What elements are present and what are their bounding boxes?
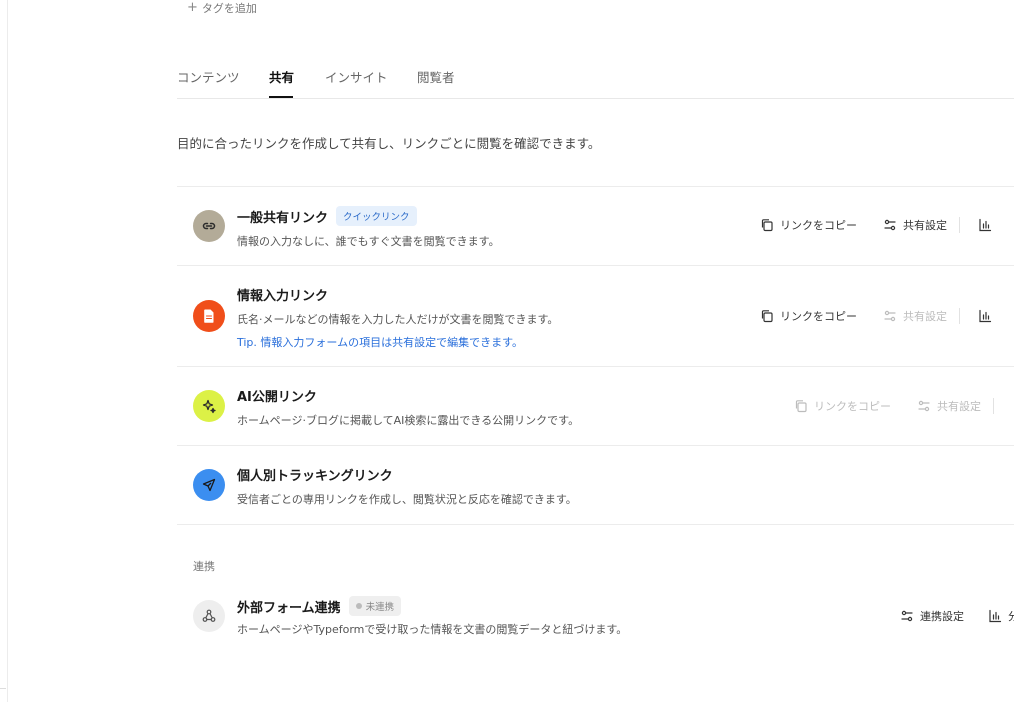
- link-row-ai-public: AI公開リンク ホームページ·ブログに掲載してAI検索に露出できる公開リンクです…: [177, 367, 1014, 446]
- settings-sliders-icon: [901, 610, 913, 622]
- link-description: 情報の入力なしに、誰でもすぐ文書を閲覧できます。: [237, 235, 500, 248]
- link-title-text: 一般共有リンク: [237, 210, 329, 226]
- status-dot: [355, 603, 362, 609]
- integration-row-external-form: 外部フォーム連携 未連携 ホームページやTypeformで受け取った情報を文書の…: [177, 584, 1014, 648]
- quick-link-badge: クイックリンク: [336, 206, 417, 226]
- bar-chart-icon: [989, 609, 1002, 623]
- document-icon: [193, 300, 225, 332]
- send-icon: [193, 469, 225, 501]
- plus-icon: +: [187, 0, 198, 15]
- link-row-general: 一般共有リンク クイックリンク 情報の入力なしに、誰でもすぐ文書を閲覧できます。…: [177, 187, 1014, 266]
- tab-bar: コンテンツ 共有 インサイト 閲覧者: [177, 60, 1014, 99]
- copy-icon: [795, 400, 807, 413]
- action-divider: [959, 308, 960, 324]
- link-title: 個人別トラッキングリンク: [237, 465, 393, 484]
- integrations-section-label: 連携: [193, 560, 215, 573]
- link-title: 情報入力リンク: [237, 285, 328, 304]
- active-tab-indicator: [269, 96, 293, 98]
- add-tag-label: タグを追加: [201, 2, 257, 15]
- integration-settings-label: 連携設定: [920, 610, 964, 623]
- copy-link-button[interactable]: リンクをコピー: [794, 398, 891, 414]
- copy-icon: [761, 310, 773, 323]
- copy-link-label: リンクをコピー: [780, 310, 857, 323]
- left-sidebar-mark: [0, 688, 6, 702]
- integration-actions: 連携設定 分: [900, 608, 1014, 624]
- copy-link-button[interactable]: リンクをコピー: [760, 217, 857, 233]
- link-actions: リンクをコピー 共有設定: [760, 308, 992, 324]
- sparkle-icon: [193, 390, 225, 422]
- copy-link-button[interactable]: リンクをコピー: [760, 308, 857, 324]
- share-intro-text: 目的に合ったリンクを作成して共有し、リンクごとに閲覧を確認できます。: [177, 136, 601, 151]
- link-row-tracking: 個人別トラッキングリンク 受信者ごとの専用リンクを作成し、閲覧状況と反応を確認で…: [177, 446, 1014, 525]
- link-title-text: 個人別トラッキングリンク: [237, 469, 393, 484]
- integration-description: ホームページやTypeformで受け取った情報を文書の閲覧データと紐づけます。: [237, 623, 628, 636]
- share-settings-button[interactable]: 共有設定: [883, 217, 947, 233]
- share-settings-label: 共有設定: [903, 219, 947, 232]
- share-link-list: 一般共有リンク クイックリンク 情報の入力なしに、誰でもすぐ文書を閲覧できます。…: [177, 186, 1014, 525]
- webhook-icon: [193, 600, 225, 632]
- link-title: AI公開リンク: [237, 386, 317, 405]
- add-tag-button[interactable]: + タグを追加: [187, 0, 257, 16]
- link-icon: [193, 210, 225, 242]
- analytics-button[interactable]: [978, 218, 992, 232]
- link-actions: リンクをコピー 共有設定: [794, 398, 994, 414]
- link-description: 受信者ごとの専用リンクを作成し、閲覧状況と反応を確認できます。: [237, 493, 577, 506]
- tab-insight[interactable]: インサイト: [325, 67, 388, 86]
- integration-status-badge: 未連携: [348, 596, 402, 616]
- settings-sliders-icon: [918, 400, 930, 412]
- integration-status-text: 未連携: [365, 602, 395, 613]
- share-settings-label: 共有設定: [937, 400, 981, 413]
- tab-contents[interactable]: コンテンツ: [177, 67, 240, 86]
- link-description: 氏名·メールなどの情報を入力した人だけが文書を閲覧できます。: [237, 313, 559, 326]
- tab-viewers[interactable]: 閲覧者: [417, 67, 455, 86]
- settings-sliders-icon: [884, 219, 896, 231]
- tab-share[interactable]: 共有: [269, 67, 294, 86]
- link-row-info-input: 情報入力リンク 氏名·メールなどの情報を入力した人だけが文書を閲覧できます。 T…: [177, 266, 1014, 367]
- share-settings-button[interactable]: 共有設定: [917, 398, 981, 414]
- analytics-button[interactable]: [978, 309, 992, 323]
- link-title-text: 情報入力リンク: [237, 289, 329, 304]
- link-actions: リンクをコピー 共有設定: [760, 217, 992, 233]
- integration-analytics-label: 分: [1008, 610, 1014, 623]
- share-settings-button[interactable]: 共有設定: [883, 308, 947, 324]
- action-divider: [993, 398, 994, 414]
- link-title: 一般共有リンク クイックリンク: [237, 206, 417, 226]
- link-tip[interactable]: Tip. 情報入力フォームの項目は共有設定で編集できます。: [237, 334, 523, 350]
- copy-link-label: リンクをコピー: [780, 219, 857, 232]
- bar-chart-icon: [979, 309, 992, 323]
- copy-icon: [761, 219, 773, 232]
- copy-link-label: リンクをコピー: [814, 400, 891, 413]
- integration-analytics-button[interactable]: 分: [988, 608, 1014, 624]
- integration-title: 外部フォーム連携 未連携: [237, 596, 402, 616]
- link-description: ホームページ·ブログに掲載してAI検索に露出できる公開リンクです。: [237, 414, 580, 427]
- share-settings-label: 共有設定: [903, 310, 947, 323]
- left-sidebar-edge: [0, 0, 8, 702]
- bar-chart-icon: [979, 218, 992, 232]
- integration-settings-button[interactable]: 連携設定: [900, 608, 964, 624]
- settings-sliders-icon: [884, 310, 896, 322]
- action-divider: [959, 217, 960, 233]
- link-title-text: AI公開リンク: [237, 390, 317, 405]
- integration-title-text: 外部フォーム連携: [237, 600, 341, 616]
